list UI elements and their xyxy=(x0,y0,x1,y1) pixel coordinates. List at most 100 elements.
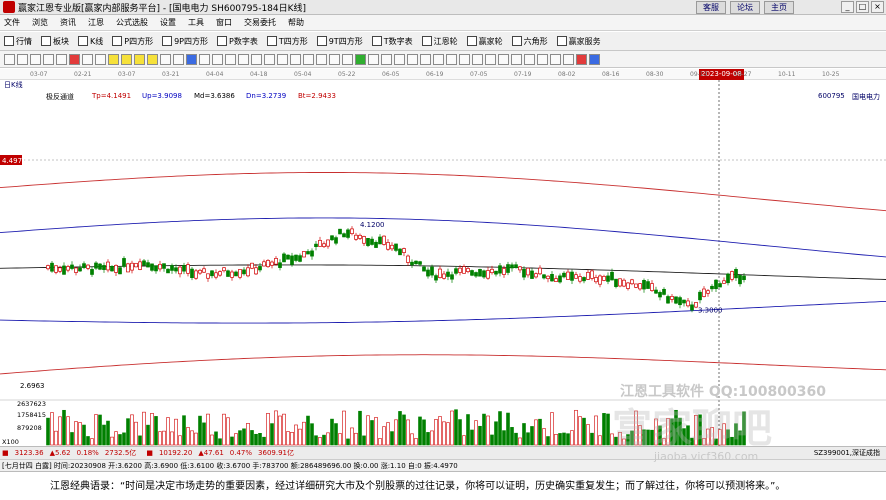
volume-bar xyxy=(82,424,86,446)
tool-icon-28[interactable] xyxy=(368,53,379,65)
candle-body xyxy=(318,239,322,247)
tool-icon-34[interactable] xyxy=(446,53,457,65)
close-button[interactable]: × xyxy=(871,1,884,13)
tool-icon-19[interactable] xyxy=(251,53,262,65)
tool-icon-1[interactable] xyxy=(17,53,28,65)
tool-icon-33[interactable] xyxy=(433,53,444,65)
tool-icon-2[interactable] xyxy=(30,53,41,65)
tool-icon-38[interactable] xyxy=(498,53,509,65)
menu-tools[interactable]: 工具 xyxy=(188,17,204,28)
menu-settings[interactable]: 设置 xyxy=(160,17,176,28)
candle-body xyxy=(570,271,574,281)
sh-index[interactable]: 3123.36 xyxy=(15,449,44,457)
sz-code[interactable]: SZ399001,深证成指 xyxy=(814,448,880,458)
toolbar-9p-square[interactable]: 9P四方形 xyxy=(162,36,208,47)
toolbar-winner-wheel[interactable]: 赢家轮 xyxy=(466,36,503,47)
indicator-up: Up=3.9098 xyxy=(142,92,182,100)
toolbar-service[interactable]: 赢家服务 xyxy=(556,36,601,47)
candle-body xyxy=(706,290,710,294)
tool-icon-27[interactable] xyxy=(355,53,366,65)
tool-icon-24[interactable] xyxy=(316,53,327,65)
menu-trade[interactable]: 交易委托 xyxy=(244,17,276,28)
volume-bar xyxy=(302,421,306,446)
tool-icon-6[interactable] xyxy=(82,53,93,65)
tool-icon-42[interactable] xyxy=(550,53,561,65)
hexagon-icon xyxy=(511,36,522,46)
home-link[interactable]: 主页 xyxy=(764,1,794,14)
menu-browse[interactable]: 浏览 xyxy=(32,17,48,28)
tool-icon-15[interactable] xyxy=(199,53,210,65)
tool-icon-43[interactable] xyxy=(563,53,574,65)
tool-icon-36[interactable] xyxy=(472,53,483,65)
menu-gann[interactable]: 江恩 xyxy=(88,17,104,28)
menu-window[interactable]: 窗口 xyxy=(216,17,232,28)
volume-axis-label: X100 xyxy=(2,438,19,446)
tool-icon-23[interactable] xyxy=(303,53,314,65)
tool-icon-0[interactable] xyxy=(4,53,15,65)
volume-bar xyxy=(150,413,154,446)
tool-icon-21[interactable] xyxy=(277,53,288,65)
tool-icon-5[interactable] xyxy=(69,53,80,65)
candle-body xyxy=(606,275,610,282)
candle-body xyxy=(678,297,682,306)
tool-icon-39[interactable] xyxy=(511,53,522,65)
volume-bar xyxy=(290,431,294,446)
tool-icon-9[interactable] xyxy=(121,53,132,65)
toolbar-p-table[interactable]: P数字表 xyxy=(217,36,258,47)
tool-icon-25[interactable] xyxy=(329,53,340,65)
toolbar-quotes[interactable]: 行情 xyxy=(4,36,32,47)
tool-icon-10[interactable] xyxy=(134,53,145,65)
toolbar-9t-square[interactable]: 9T四方形 xyxy=(316,36,363,47)
volume-bar xyxy=(270,423,274,446)
menu-help[interactable]: 帮助 xyxy=(288,17,304,28)
tool-icon-13[interactable] xyxy=(173,53,184,65)
kefu-link[interactable]: 客服 xyxy=(696,1,726,14)
forum-link[interactable]: 论坛 xyxy=(730,1,760,14)
toolbar-label: 江恩轮 xyxy=(433,36,458,46)
tool-icon-45[interactable] xyxy=(589,53,600,65)
volume-bar xyxy=(434,419,438,446)
candle-body xyxy=(518,266,522,271)
menu-info[interactable]: 资讯 xyxy=(60,17,76,28)
tool-icon-3[interactable] xyxy=(43,53,54,65)
sz-amount: 3609.91亿 xyxy=(258,449,294,457)
toolbar-t-square[interactable]: T四方形 xyxy=(266,36,308,47)
tool-icon-40[interactable] xyxy=(524,53,535,65)
tool-icon-18[interactable] xyxy=(238,53,249,65)
tool-icon-29[interactable] xyxy=(381,53,392,65)
minimize-button[interactable]: _ xyxy=(841,1,854,13)
tool-icon-11[interactable] xyxy=(147,53,158,65)
tool-icon-26[interactable] xyxy=(342,53,353,65)
tool-icon-30[interactable] xyxy=(394,53,405,65)
volume-bar xyxy=(482,413,486,446)
tool-icon-22[interactable] xyxy=(290,53,301,65)
toolbar-hexagon[interactable]: 六角形 xyxy=(511,36,548,47)
tool-icon-8[interactable] xyxy=(108,53,119,65)
tool-icon-37[interactable] xyxy=(485,53,496,65)
tool-icon-35[interactable] xyxy=(459,53,470,65)
tool-icon-7[interactable] xyxy=(95,53,106,65)
tool-icon-20[interactable] xyxy=(264,53,275,65)
toolbar-kline[interactable]: K线 xyxy=(78,36,103,47)
menu-file[interactable]: 文件 xyxy=(4,17,20,28)
menu-formula[interactable]: 公式选股 xyxy=(116,17,148,28)
candle-body xyxy=(542,274,546,279)
candle-body xyxy=(258,266,262,271)
maximize-button[interactable]: □ xyxy=(856,1,869,13)
tool-icon-32[interactable] xyxy=(420,53,431,65)
volume-bar xyxy=(466,414,470,446)
tool-icon-4[interactable] xyxy=(56,53,67,65)
sz-index[interactable]: 10192.20 xyxy=(159,449,192,457)
tool-icon-17[interactable] xyxy=(225,53,236,65)
toolbar-sector[interactable]: 板块 xyxy=(41,36,69,47)
toolbar-p-square[interactable]: P四方形 xyxy=(112,36,153,47)
tool-icon-14[interactable] xyxy=(186,53,197,65)
tool-icon-44[interactable] xyxy=(576,53,587,65)
tool-icon-16[interactable] xyxy=(212,53,223,65)
tool-icon-31[interactable] xyxy=(407,53,418,65)
toolbar-gann-wheel[interactable]: 江恩轮 xyxy=(421,36,458,47)
tool-icon-41[interactable] xyxy=(537,53,548,65)
tool-icon-12[interactable] xyxy=(160,53,171,65)
channel-dn xyxy=(0,300,886,324)
toolbar-t-table[interactable]: T数字表 xyxy=(371,36,413,47)
